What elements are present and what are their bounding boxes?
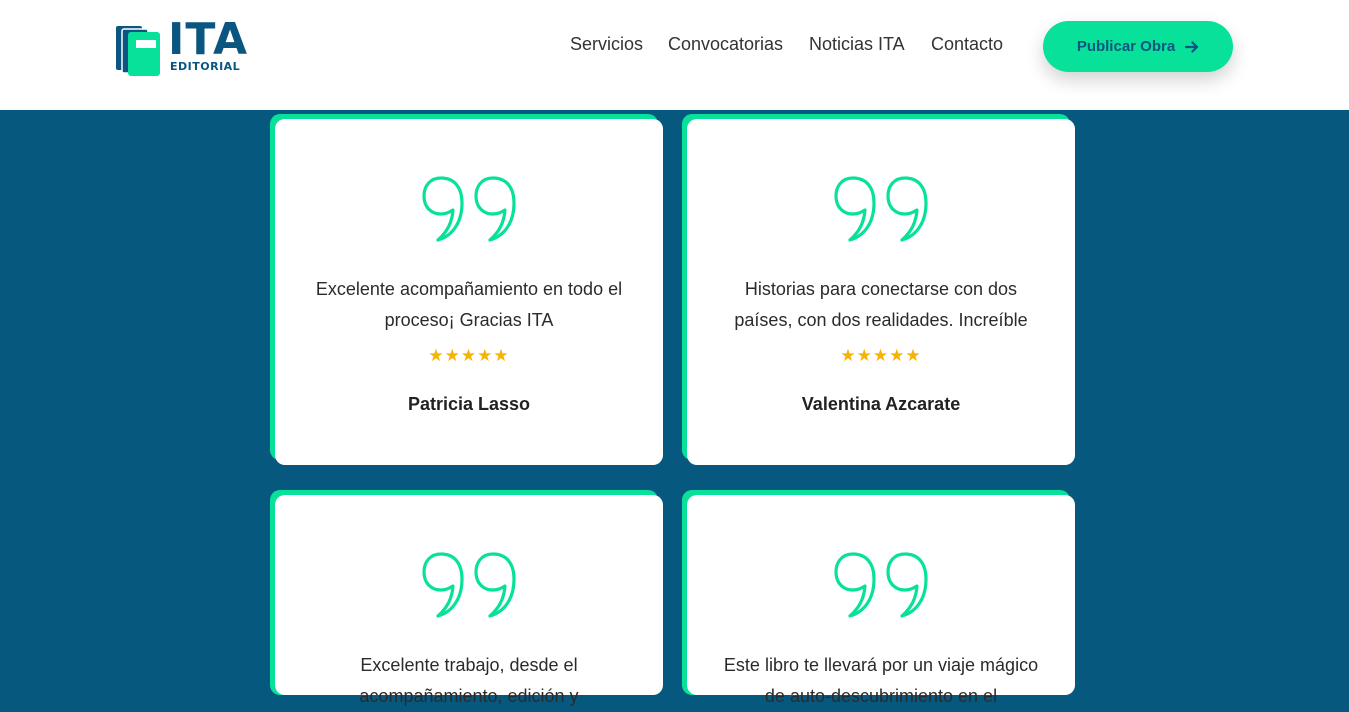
quote-icon [422, 552, 516, 618]
nav-contacto[interactable]: Contacto [931, 33, 1003, 55]
testimonial-card: Excelente trabajo, desde el acompañamien… [270, 490, 663, 706]
nav-convocatorias[interactable]: Convocatorias [668, 33, 783, 55]
testimonial-card: Historias para conectarse con dos países… [682, 114, 1075, 465]
publish-work-label: Publicar Obra [1076, 38, 1176, 55]
quote-icon [422, 176, 516, 242]
testimonial-quote: Excelente acompañamiento en todo el proc… [315, 279, 623, 330]
testimonial-author: Valentina Azcarate [801, 394, 961, 414]
logo-title: ITA [168, 14, 249, 65]
nav-servicios[interactable]: Servicios [570, 33, 643, 55]
site-header: ITA EDITORIAL Servicios Convocatorias No… [0, 0, 1349, 110]
quote-icon [834, 552, 928, 618]
testimonial-quote: Historias para conectarse con dos países… [734, 279, 1028, 330]
logo-subtitle: EDITORIAL [170, 60, 241, 73]
testimonial-quote: Excelente trabajo, desde el acompañamien… [359, 655, 579, 706]
testimonial-card: Este libro te llevará por un viaje mágic… [682, 490, 1075, 706]
logo[interactable]: ITA EDITORIAL [116, 18, 251, 78]
testimonial-quote: Este libro te llevará por un viaje mágic… [723, 655, 1039, 706]
testimonial-author: Patricia Lasso [407, 394, 531, 414]
quote-icon [834, 176, 928, 242]
star-rating: ★★★★★ [428, 346, 510, 365]
testimonial-card: Excelente acompañamiento en todo el proc… [270, 114, 663, 465]
publish-work-button[interactable]: Publicar Obra [1043, 21, 1233, 72]
arrow-right-icon [1185, 40, 1199, 53]
star-rating: ★★★★★ [840, 346, 922, 365]
nav-noticias-ita[interactable]: Noticias ITA [809, 33, 905, 55]
books-icon [116, 26, 160, 76]
